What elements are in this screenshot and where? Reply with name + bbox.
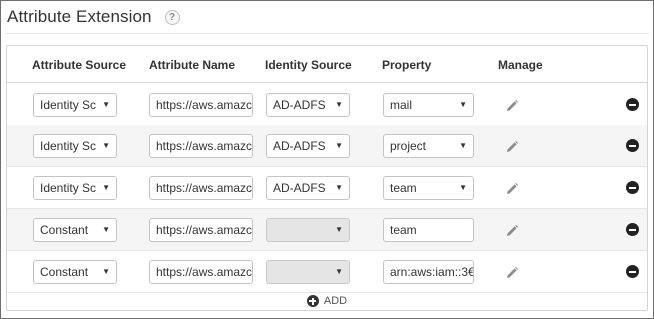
property-value: project (390, 139, 427, 153)
table-row: Constant ▼ https://aws.amazc ▼ arn:aws:i… (7, 251, 647, 293)
column-header-property: Property (382, 58, 432, 72)
identity-source-select[interactable]: ▼ (266, 260, 350, 284)
attribute-table: Attribute Source Attribute Name Identity… (6, 45, 648, 311)
attribute-source-select[interactable]: Identity Sc ▼ (33, 93, 117, 117)
pencil-icon[interactable] (505, 224, 519, 238)
attribute-name-input[interactable]: https://aws.amazc (149, 176, 253, 200)
attribute-source-value: Identity Sc (40, 181, 97, 195)
attribute-name-input[interactable]: https://aws.amazc (149, 260, 253, 284)
property-input[interactable]: arn:aws:iam::3€ (383, 260, 474, 284)
identity-source-value: AD-ADFS (273, 181, 326, 195)
caret-down-icon: ▼ (459, 141, 467, 150)
minus-circle-icon[interactable] (626, 139, 639, 152)
column-header-attribute-name: Attribute Name (149, 58, 236, 72)
caret-down-icon: ▼ (102, 100, 110, 109)
caret-down-icon: ▼ (102, 183, 110, 192)
attribute-source-value: Constant (40, 265, 89, 279)
attribute-name-value: https://aws.amazc (156, 223, 252, 237)
caret-down-icon: ▼ (335, 225, 343, 234)
attribute-name-value: https://aws.amazc (156, 139, 252, 153)
add-label: ADD (323, 295, 348, 307)
pencil-icon[interactable] (505, 182, 519, 196)
plus-circle-icon (306, 295, 319, 307)
pencil-icon[interactable] (505, 266, 519, 280)
pencil-icon[interactable] (505, 99, 519, 113)
attribute-source-value: Identity Sc (40, 139, 97, 153)
attribute-source-select[interactable]: Constant ▼ (33, 218, 117, 242)
attribute-name-input[interactable]: https://aws.amazc (149, 134, 253, 158)
page-title: Attribute Extension (7, 7, 152, 26)
identity-source-select[interactable]: AD-ADFS ▼ (266, 93, 350, 117)
property-value: arn:aws:iam::3€ (390, 265, 473, 279)
column-header-identity-source: Identity Source (265, 58, 352, 72)
caret-down-icon: ▼ (459, 100, 467, 109)
identity-source-select[interactable]: AD-ADFS ▼ (266, 176, 350, 200)
caret-down-icon: ▼ (335, 183, 343, 192)
minus-circle-icon[interactable] (626, 223, 639, 236)
caret-down-icon: ▼ (335, 141, 343, 150)
attribute-extension-window: Attribute Extension ? Attribute Source A… (0, 0, 654, 319)
table-row: Constant ▼ https://aws.amazc ▼ team (7, 209, 647, 251)
property-value: team (390, 181, 417, 195)
minus-circle-icon[interactable] (626, 98, 639, 111)
title-divider (6, 33, 649, 34)
add-button[interactable]: ADD (306, 295, 348, 307)
attribute-source-select[interactable]: Identity Sc ▼ (33, 176, 117, 200)
attribute-source-value: Constant (40, 223, 89, 237)
title-row: Attribute Extension ? (7, 6, 180, 28)
identity-source-value: AD-ADFS (273, 139, 326, 153)
identity-source-select[interactable]: ▼ (266, 218, 350, 242)
attribute-source-select[interactable]: Constant ▼ (33, 260, 117, 284)
attribute-name-value: https://aws.amazc (156, 181, 252, 195)
add-row: ADD (7, 291, 647, 311)
property-select[interactable]: mail ▼ (383, 93, 474, 117)
identity-source-value: AD-ADFS (273, 98, 326, 112)
property-select[interactable]: project ▼ (383, 134, 474, 158)
table-header: Attribute Source Attribute Name Identity… (7, 46, 647, 83)
attribute-name-value: https://aws.amazc (156, 98, 252, 112)
property-value: team (390, 223, 417, 237)
help-icon[interactable]: ? (164, 9, 180, 25)
attribute-name-input[interactable]: https://aws.amazc (149, 218, 253, 242)
attribute-name-input[interactable]: https://aws.amazc (149, 93, 253, 117)
property-value: mail (390, 98, 413, 112)
caret-down-icon: ▼ (102, 225, 110, 234)
property-select[interactable]: team ▼ (383, 176, 474, 200)
identity-source-select[interactable]: AD-ADFS ▼ (266, 134, 350, 158)
column-header-attribute-source: Attribute Source (32, 58, 127, 72)
caret-down-icon: ▼ (102, 267, 110, 276)
attribute-source-value: Identity Sc (40, 98, 97, 112)
attribute-name-value: https://aws.amazc (156, 265, 252, 279)
caret-down-icon: ▼ (459, 183, 467, 192)
minus-circle-icon[interactable] (626, 265, 639, 278)
pencil-icon[interactable] (505, 140, 519, 154)
table-row: Identity Sc ▼ https://aws.amazc AD-ADFS … (7, 167, 647, 209)
caret-down-icon: ▼ (102, 141, 110, 150)
minus-circle-icon[interactable] (626, 181, 639, 194)
caret-down-icon: ▼ (335, 100, 343, 109)
property-input[interactable]: team (383, 218, 474, 242)
attribute-source-select[interactable]: Identity Sc ▼ (33, 134, 117, 158)
table-row: Identity Sc ▼ https://aws.amazc AD-ADFS … (7, 84, 647, 126)
column-header-manage: Manage (498, 58, 543, 72)
caret-down-icon: ▼ (335, 267, 343, 276)
table-row: Identity Sc ▼ https://aws.amazc AD-ADFS … (7, 125, 647, 167)
